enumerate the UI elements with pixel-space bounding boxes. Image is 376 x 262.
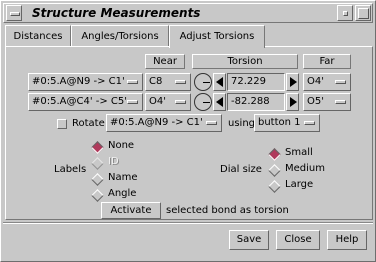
tab-distances[interactable]: Distances [5,25,71,47]
far-menu-row1[interactable]: O4' [303,73,351,91]
torsion-value-field-row1[interactable]: 72.229 [227,73,285,91]
far-column-header: Far [303,54,351,69]
rotate-checkbox[interactable] [57,119,67,129]
bond-label-row2: #0:5.A@C4' -> C5' [32,96,128,107]
tab-angles-torsions[interactable]: Angles/Torsions [71,25,169,47]
bond-menu-row2[interactable]: #0:5.A@C4' -> C5' [28,93,143,111]
near-menu-row1[interactable]: C8 [145,73,191,91]
increment-arrow-icon-row1[interactable] [286,73,299,91]
torsion-dial-icon-row2[interactable] [194,93,212,111]
close-button[interactable]: Close [276,230,320,250]
dial-size-large-radio[interactable] [270,182,280,192]
dial-size-medium-radio[interactable] [270,166,280,176]
labels-name-label: Name [108,172,138,183]
dial-size-small-radio[interactable] [270,150,280,160]
labels-group-label: Labels [54,164,87,175]
tab-bar: Distances Angles/Torsions Adjust Torsion… [5,25,373,48]
dial-size-small-label: Small [285,147,313,158]
window-title: Structure Measurements [32,6,201,20]
torsion-column-header: Torsion [192,54,298,69]
far-label-row2: O5' [307,96,324,107]
far-label-row1: O4' [307,76,324,87]
near-column-header: Near [145,54,185,69]
decrement-arrow-icon-row2[interactable] [213,93,226,111]
dial-size-large-label: Large [285,179,314,190]
maximize-icon[interactable] [355,5,371,21]
near-menu-row2[interactable]: O4' [145,93,191,111]
adjust-torsions-panel: Near Torsion Far #0:5.A@N9 -> C1' C8 72.… [5,46,373,220]
increment-arrow-icon-row2[interactable] [286,93,299,111]
rotate-bond-label: #0:5.A@N9 -> C1' [110,117,203,128]
window-menu-icon[interactable] [6,5,22,21]
menu-indicator-icon [335,80,346,84]
menu-indicator-icon [175,100,186,104]
menu-indicator-icon [175,80,186,84]
far-menu-row2[interactable]: O5' [303,93,351,111]
menu-indicator-icon [127,100,138,104]
labels-none-radio[interactable] [93,143,103,153]
rotate-label: Rotate [72,118,105,129]
minimize-icon[interactable] [337,5,353,21]
labels-id-label: ID [108,156,119,167]
activate-button[interactable]: Activate [101,202,161,219]
menu-indicator-icon [335,100,346,104]
labels-none-label: None [108,140,135,151]
near-label-row1: C8 [149,76,163,87]
help-button[interactable]: Help [327,230,367,250]
activate-description: selected bond as torsion [166,205,289,216]
dial-size-medium-label: Medium [285,163,325,174]
structure-measurements-window: Structure Measurements Distances Angles/… [0,0,376,262]
menu-indicator-icon [304,121,315,125]
bond-label-row1: #0:5.A@N9 -> C1' [32,76,125,87]
menu-indicator-icon [206,121,217,125]
near-label-row2: O4' [149,96,166,107]
rotate-bond-menu[interactable]: #0:5.A@N9 -> C1' [106,114,222,132]
labels-angle-label: Angle [108,188,137,199]
labels-name-radio[interactable] [93,175,103,185]
labels-angle-radio[interactable] [93,191,103,201]
decrement-arrow-icon-row1[interactable] [213,73,226,91]
save-button[interactable]: Save [229,230,269,250]
bond-menu-row1[interactable]: #0:5.A@N9 -> C1' [28,73,143,91]
using-label: using [228,118,256,129]
title-bar[interactable]: Structure Measurements [3,3,373,23]
dial-size-group-label: Dial size [220,164,262,175]
mouse-button-menu[interactable]: button 1 [254,114,320,132]
footer-separator [3,222,373,224]
torsion-value-field-row2[interactable]: -82.288 [227,93,285,111]
torsion-dial-icon-row1[interactable] [194,73,212,91]
tab-adjust-torsions[interactable]: Adjust Torsions [169,25,265,48]
labels-id-radio [93,159,103,169]
mouse-button-label: button 1 [258,117,301,128]
menu-indicator-icon [127,80,138,84]
